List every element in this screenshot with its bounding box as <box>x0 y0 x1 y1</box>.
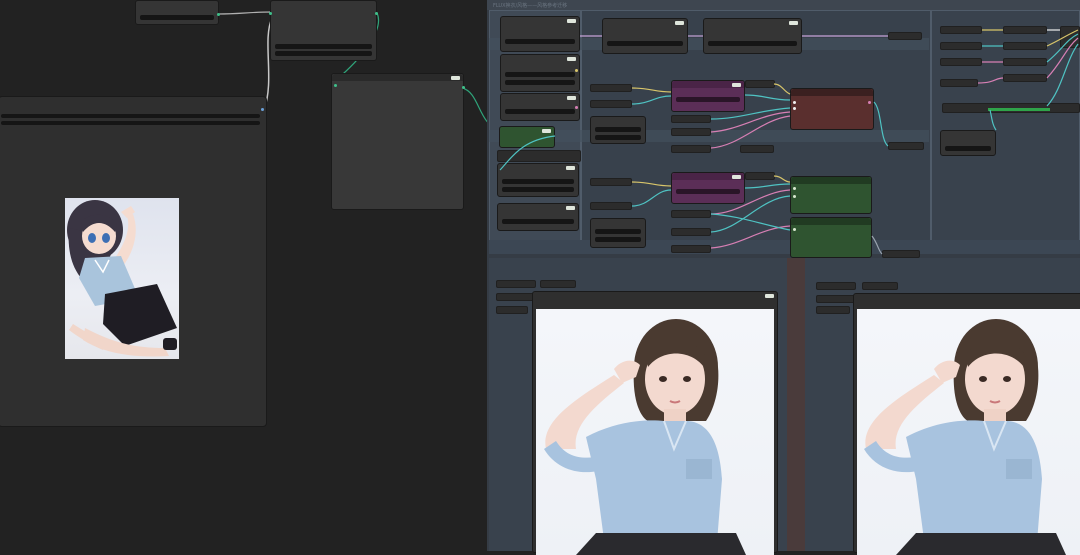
node-param[interactable] <box>496 306 528 314</box>
node-param[interactable] <box>496 293 536 301</box>
node-param[interactable] <box>816 306 850 314</box>
divider-column <box>787 258 805 551</box>
node-param[interactable] <box>862 282 898 290</box>
preview-result-image-1[interactable] <box>536 309 774 555</box>
node-preview-result-1[interactable] <box>532 291 778 555</box>
realistic-girl-photo-icon <box>864 319 1066 555</box>
realistic-girl-photo-icon <box>544 319 746 555</box>
node-badge <box>765 294 774 298</box>
node-preview-result-2[interactable] <box>853 293 1080 555</box>
node-param[interactable] <box>816 295 856 303</box>
node-param[interactable] <box>496 280 536 288</box>
preview-result-image-2[interactable] <box>857 309 1080 555</box>
node-param[interactable] <box>816 282 856 290</box>
node-param[interactable] <box>540 280 576 288</box>
